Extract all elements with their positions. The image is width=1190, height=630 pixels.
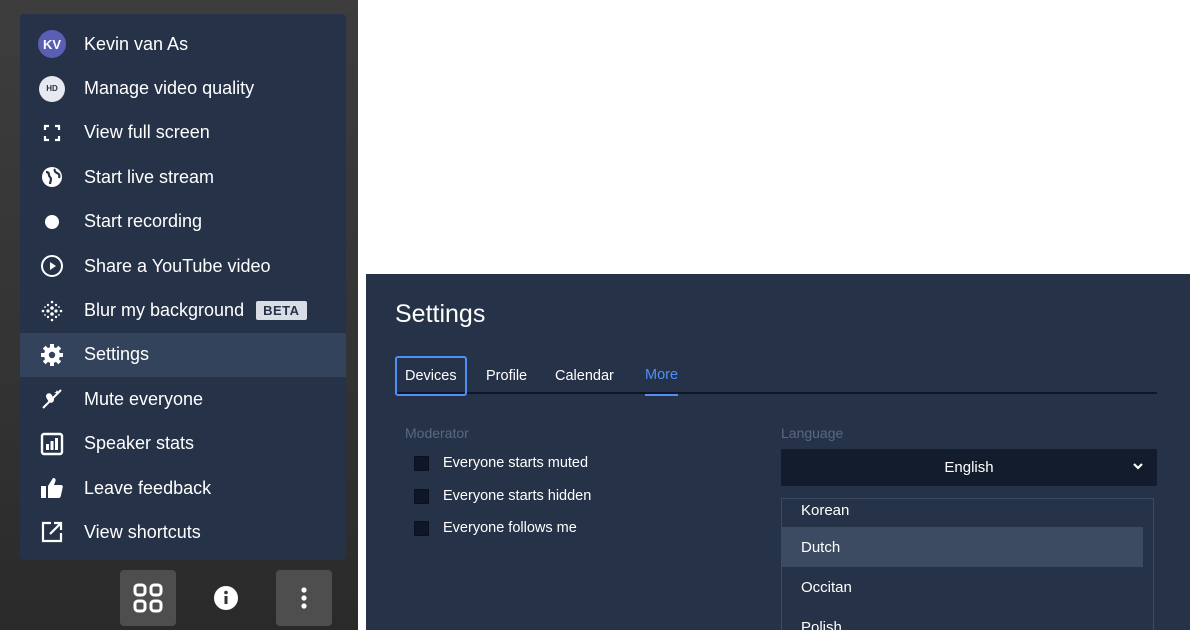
menu-item-label: Blur my background bbox=[84, 300, 245, 321]
dialog-title: Settings bbox=[395, 300, 486, 328]
menu-item-label: View full screen bbox=[84, 122, 210, 143]
option-everyone-starts-hidden[interactable]: Everyone starts hidden bbox=[414, 488, 591, 504]
menu-item-label: View shortcuts bbox=[84, 521, 201, 542]
fullscreen-icon bbox=[38, 119, 66, 147]
menu-item-mute-everyone[interactable]: Mute everyone bbox=[20, 377, 346, 421]
stats-icon bbox=[38, 430, 66, 458]
menu-item-label: Kevin van As bbox=[84, 33, 189, 54]
language-option-polish[interactable]: Polish bbox=[782, 607, 1143, 630]
menu-item-live-stream[interactable]: Start live stream bbox=[20, 155, 346, 199]
blur-icon bbox=[38, 297, 66, 325]
gear-icon bbox=[38, 341, 66, 369]
more-vertical-icon bbox=[300, 585, 308, 611]
language-dropdown-list: Korean Dutch Occitan Polish bbox=[781, 498, 1154, 630]
menu-item-speaker-stats[interactable]: Speaker stats bbox=[20, 422, 346, 466]
tab-calendar[interactable]: Calendar bbox=[555, 356, 614, 396]
menu-item-label: Speaker stats bbox=[84, 433, 195, 454]
checkbox-label: Everyone starts hidden bbox=[443, 488, 592, 504]
settings-tabs: Devices Profile Calendar More bbox=[395, 356, 1157, 396]
menu-item-label: Share a YouTube video bbox=[84, 255, 271, 276]
checkbox-label: Everyone follows me bbox=[443, 520, 577, 536]
option-everyone-starts-muted[interactable]: Everyone starts muted bbox=[414, 455, 588, 471]
menu-item-feedback[interactable]: Leave feedback bbox=[20, 466, 346, 510]
moderator-section-label: Moderator bbox=[405, 425, 469, 441]
menu-item-label: Manage video quality bbox=[84, 78, 255, 99]
meeting-area: KV Kevin van As HD Manage video quality … bbox=[0, 0, 358, 630]
more-actions-button[interactable] bbox=[276, 570, 332, 626]
settings-dialog: Settings Devices Profile Calendar More M… bbox=[366, 274, 1190, 630]
menu-item-label: Start recording bbox=[84, 211, 203, 232]
beta-badge: BETA bbox=[256, 301, 307, 321]
play-circle-icon bbox=[38, 252, 66, 280]
menu-item-shortcuts[interactable]: View shortcuts bbox=[20, 510, 346, 554]
menu-item-blur-background[interactable]: Blur my background BETA bbox=[20, 288, 346, 332]
language-option-occitan[interactable]: Occitan bbox=[782, 567, 1143, 607]
menu-item-label: Leave feedback bbox=[84, 477, 212, 498]
open-external-icon bbox=[38, 518, 66, 546]
checkbox-label: Everyone starts muted bbox=[443, 455, 589, 471]
language-select[interactable]: English bbox=[781, 449, 1157, 486]
hd-icon: HD bbox=[38, 75, 66, 103]
tab-profile[interactable]: Profile bbox=[486, 356, 527, 396]
info-icon bbox=[213, 585, 239, 611]
language-option-dutch[interactable]: Dutch bbox=[782, 527, 1143, 567]
checkbox[interactable] bbox=[414, 488, 429, 504]
overflow-menu: KV Kevin van As HD Manage video quality … bbox=[20, 14, 346, 560]
checkbox[interactable] bbox=[414, 520, 429, 536]
menu-item-fullscreen[interactable]: View full screen bbox=[20, 111, 346, 155]
menu-item-label: Settings bbox=[84, 344, 150, 365]
info-button[interactable] bbox=[198, 570, 254, 626]
menu-item-label: Start live stream bbox=[84, 166, 215, 187]
tile-view-icon bbox=[132, 582, 164, 614]
option-everyone-follows-me[interactable]: Everyone follows me bbox=[414, 520, 577, 536]
menu-item-settings[interactable]: Settings bbox=[20, 332, 346, 378]
meeting-toolbar bbox=[120, 570, 354, 626]
globe-icon bbox=[38, 163, 66, 191]
language-section-label: Language bbox=[781, 425, 844, 441]
language-selected-value: English bbox=[944, 459, 994, 476]
tab-more[interactable]: More bbox=[645, 356, 679, 396]
chevron-down-icon bbox=[1131, 459, 1145, 477]
menu-item-video-quality[interactable]: HD Manage video quality bbox=[20, 66, 346, 110]
avatar: KV bbox=[38, 30, 66, 59]
menu-item-youtube[interactable]: Share a YouTube video bbox=[20, 244, 346, 288]
mic-off-icon bbox=[38, 385, 66, 413]
tab-devices[interactable]: Devices bbox=[395, 356, 467, 396]
menu-item-label: Mute everyone bbox=[84, 388, 204, 409]
thumbs-up-icon bbox=[38, 474, 66, 502]
language-option-korean[interactable]: Korean bbox=[782, 499, 1143, 527]
menu-item-profile[interactable]: KV Kevin van As bbox=[20, 22, 346, 66]
record-icon bbox=[38, 208, 66, 236]
checkbox[interactable] bbox=[414, 455, 429, 471]
tile-view-button[interactable] bbox=[120, 570, 176, 626]
menu-item-recording[interactable]: Start recording bbox=[20, 200, 346, 244]
